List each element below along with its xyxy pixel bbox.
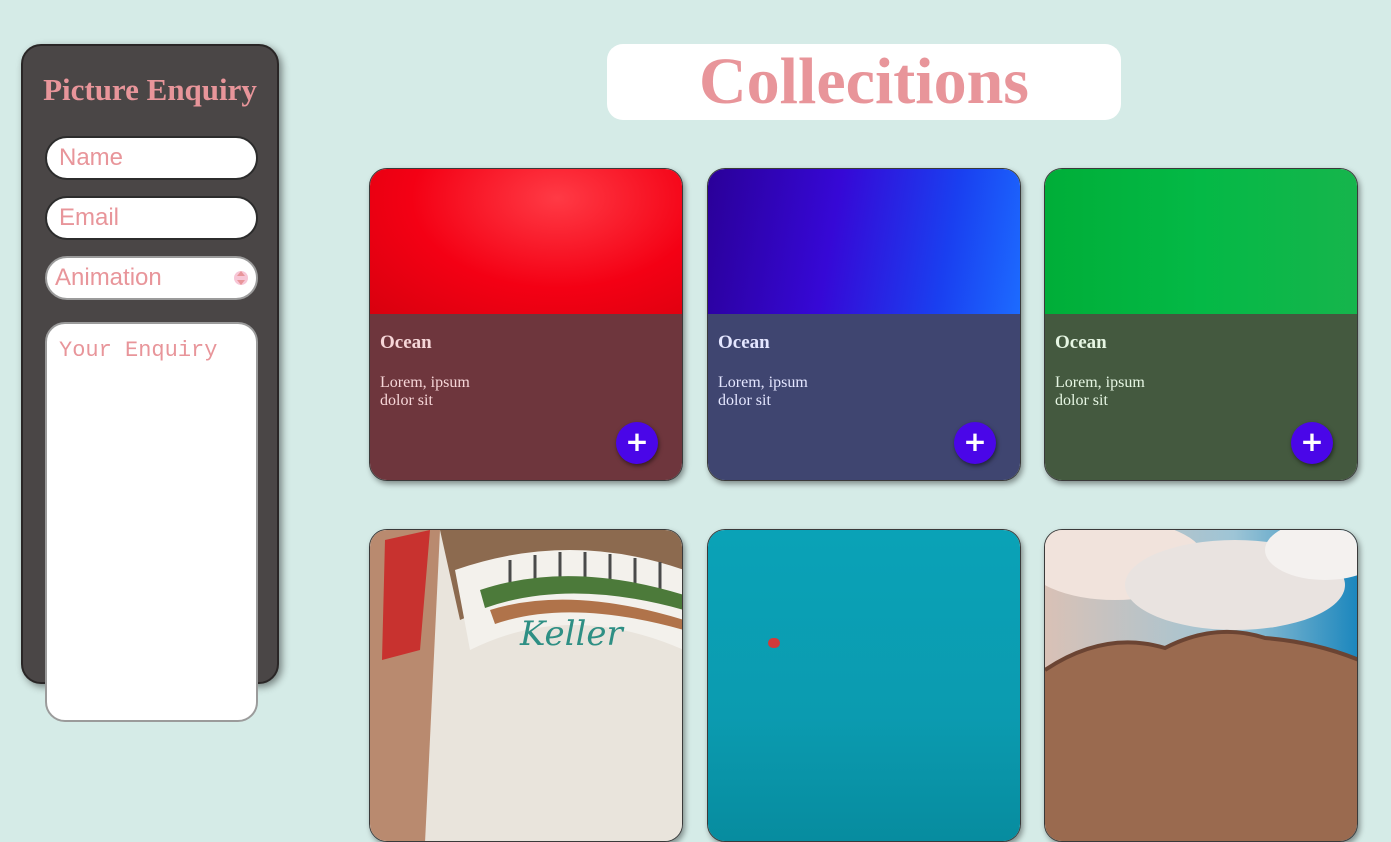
page-title: Collecitions — [699, 45, 1029, 118]
animation-select-value: Animation — [55, 264, 162, 291]
collection-card: Keller — [369, 529, 683, 842]
collection-card: Ocean Lorem, ipsum dolor sit + — [1044, 168, 1358, 481]
email-input[interactable]: Email — [45, 196, 258, 240]
card-image-red — [370, 169, 682, 314]
card-text: Lorem, ipsum dolor sit — [718, 374, 808, 409]
add-button[interactable]: + — [616, 422, 658, 464]
header-box: Collecitions — [607, 44, 1121, 120]
red-object — [768, 638, 780, 648]
building-facade-image: Keller — [370, 530, 682, 841]
add-button[interactable]: + — [1291, 422, 1333, 464]
sky-mountain-image — [1045, 530, 1357, 841]
card-title: Ocean — [718, 332, 770, 353]
teal-water-image — [708, 530, 1020, 841]
card-text: Lorem, ipsum dolor sit — [380, 374, 470, 409]
card-image-green — [1045, 169, 1357, 314]
card-overlay: Ocean Lorem, ipsum dolor sit + — [708, 314, 1020, 480]
enquiry-textarea[interactable]: Your Enquiry — [45, 322, 258, 722]
svg-text:Keller: Keller — [519, 614, 624, 654]
card-text: Lorem, ipsum dolor sit — [1055, 374, 1145, 409]
select-arrows-icon — [234, 271, 248, 285]
collection-card: Ocean Lorem, ipsum dolor sit + — [707, 168, 1021, 481]
add-button[interactable]: + — [954, 422, 996, 464]
card-title: Ocean — [1055, 332, 1107, 353]
sidebar-title: Picture Enquiry — [43, 72, 257, 107]
animation-select[interactable]: Animation — [45, 256, 258, 300]
card-title: Ocean — [380, 332, 432, 353]
collection-card: Ocean Lorem, ipsum dolor sit + — [369, 168, 683, 481]
card-overlay: Ocean Lorem, ipsum dolor sit + — [370, 314, 682, 480]
card-image-blue — [708, 169, 1020, 314]
collection-card — [1044, 529, 1358, 842]
name-input[interactable]: Name — [45, 136, 258, 180]
collection-card — [707, 529, 1021, 842]
card-overlay: Ocean Lorem, ipsum dolor sit + — [1045, 314, 1357, 480]
enquiry-sidebar: Picture Enquiry Name Email Animation You… — [21, 44, 279, 722]
